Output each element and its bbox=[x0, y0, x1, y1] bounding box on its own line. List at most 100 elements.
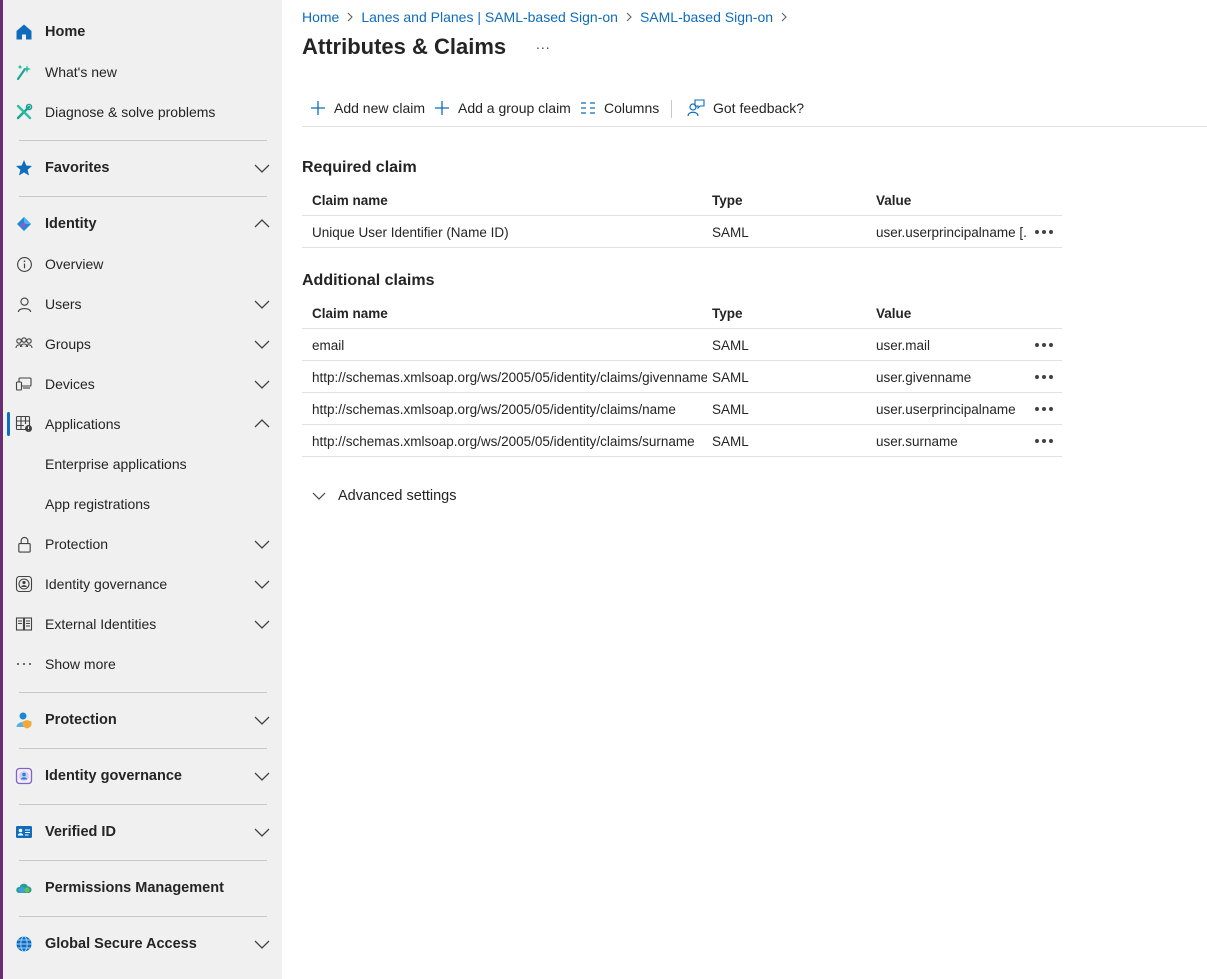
sidebar-item-identity[interactable]: Identity bbox=[3, 204, 282, 244]
sidebar-item-label: App registrations bbox=[45, 496, 151, 512]
command-bar: Add new claim Add a group claim Columns … bbox=[302, 94, 1207, 127]
columns-label: Columns bbox=[604, 100, 660, 116]
advanced-settings-toggle[interactable]: Advanced settings bbox=[312, 486, 457, 506]
sidebar-item-show-more[interactable]: Show more bbox=[3, 644, 282, 684]
chevron-down-icon bbox=[254, 164, 270, 173]
column-header-claim-name[interactable]: Claim name bbox=[312, 297, 707, 329]
sidebar-item-whats-new[interactable]: What's new bbox=[3, 52, 282, 92]
table-row[interactable]: http://schemas.xmlsoap.org/ws/2005/05/id… bbox=[302, 393, 1062, 425]
table-row[interactable]: Unique User Identifier (Name ID) SAML us… bbox=[302, 216, 1062, 248]
sidebar-item-label: What's new bbox=[45, 64, 117, 80]
sidebar-item-external-identities[interactable]: External Identities bbox=[3, 604, 282, 644]
claim-value-cell: user.mail bbox=[876, 337, 931, 353]
sidebar-item-enterprise-applications[interactable]: Enterprise applications bbox=[3, 444, 282, 484]
breadcrumb-home-link[interactable]: Home bbox=[302, 9, 339, 25]
plus-icon bbox=[311, 101, 325, 115]
feedback-person-icon bbox=[687, 99, 705, 117]
more-options-button[interactable]: ... bbox=[536, 36, 551, 52]
sidebar-item-groups[interactable]: Groups bbox=[3, 324, 282, 364]
chevron-down-icon bbox=[254, 828, 270, 837]
column-header-claim-name[interactable]: Claim name bbox=[312, 184, 707, 216]
sidebar-item-app-registrations[interactable]: App registrations bbox=[3, 484, 282, 524]
identity-diamond-icon bbox=[14, 214, 34, 234]
column-header-value[interactable]: Value bbox=[876, 297, 1028, 329]
chevron-up-icon bbox=[254, 419, 270, 428]
lock-icon bbox=[14, 534, 34, 554]
external-identities-icon bbox=[14, 614, 34, 634]
row-more-actions-button[interactable] bbox=[1032, 425, 1056, 457]
sidebar-item-diagnose[interactable]: Diagnose & solve problems bbox=[3, 92, 282, 132]
column-header-type[interactable]: Type bbox=[712, 184, 862, 216]
sidebar-item-favorites[interactable]: Favorites bbox=[3, 148, 282, 188]
claim-value-cell: user.userprincipalname bbox=[876, 401, 1016, 417]
additional-claims-table: Claim name Type Value email SAML user.ma… bbox=[302, 297, 1062, 457]
more-horizontal-icon bbox=[1035, 230, 1053, 234]
devices-icon bbox=[14, 374, 34, 394]
chevron-down-icon bbox=[254, 580, 270, 589]
sidebar-item-verified-id[interactable]: Verified ID bbox=[3, 812, 282, 852]
sidebar-item-label: Users bbox=[45, 296, 82, 312]
table-row[interactable]: http://schemas.xmlsoap.org/ws/2005/05/id… bbox=[302, 425, 1062, 457]
add-group-claim-label: Add a group claim bbox=[458, 100, 571, 116]
sparkle-icon bbox=[14, 62, 34, 82]
row-more-actions-button[interactable] bbox=[1032, 216, 1056, 248]
apps-grid-icon bbox=[14, 414, 34, 434]
claim-type-cell: SAML bbox=[712, 224, 749, 240]
sidebar-item-label: Permissions Management bbox=[45, 880, 224, 896]
sidebar-item-identity-governance-sub[interactable]: Identity governance bbox=[3, 564, 282, 604]
more-horizontal-icon bbox=[1035, 439, 1053, 443]
table-row[interactable]: email SAML user.mail bbox=[302, 329, 1062, 361]
row-more-actions-button[interactable] bbox=[1032, 329, 1056, 361]
people-icon bbox=[14, 334, 34, 354]
sidebar-item-label: Identity bbox=[45, 216, 97, 232]
add-new-claim-button[interactable]: Add new claim bbox=[310, 94, 425, 122]
sidebar-item-protection[interactable]: Protection bbox=[3, 700, 282, 740]
sidebar-divider bbox=[19, 860, 267, 861]
sidebar-item-applications[interactable]: Applications bbox=[3, 404, 282, 444]
sidebar-item-label: Verified ID bbox=[45, 824, 116, 840]
add-group-claim-button[interactable]: Add a group claim bbox=[434, 94, 571, 122]
breadcrumb-app-link[interactable]: Lanes and Planes | SAML-based Sign-on bbox=[361, 9, 618, 25]
chevron-down-icon bbox=[254, 340, 270, 349]
claim-value-cell: user.givenname bbox=[876, 369, 972, 385]
sidebar-item-label: Protection bbox=[45, 536, 109, 552]
sidebar-item-home[interactable]: Home bbox=[3, 12, 282, 52]
chevron-down-icon bbox=[254, 620, 270, 629]
more-horizontal-icon bbox=[1035, 343, 1053, 347]
sidebar-item-protection-sub[interactable]: Protection bbox=[3, 524, 282, 564]
page-title: Attributes & Claims bbox=[302, 34, 507, 59]
sidebar-item-label: Enterprise applications bbox=[45, 456, 187, 472]
sidebar-item-label: Diagnose & solve problems bbox=[45, 104, 216, 120]
row-more-actions-button[interactable] bbox=[1032, 393, 1056, 425]
protection-person-icon bbox=[14, 710, 34, 730]
sidebar-item-overview[interactable]: Overview bbox=[3, 244, 282, 284]
columns-button[interactable]: Columns bbox=[580, 94, 659, 122]
sidebar-item-global-secure-access[interactable]: Global Secure Access bbox=[3, 924, 282, 964]
claim-name-cell: Unique User Identifier (Name ID) bbox=[312, 224, 509, 240]
governance-colored-icon bbox=[14, 766, 34, 786]
sidebar-item-identity-governance[interactable]: Identity governance bbox=[3, 756, 282, 796]
sidebar-divider bbox=[19, 692, 267, 693]
sidebar-item-devices[interactable]: Devices bbox=[3, 364, 282, 404]
sidebar-item-label: Identity governance bbox=[45, 768, 182, 784]
breadcrumb-sso-link[interactable]: SAML-based Sign-on bbox=[640, 9, 773, 25]
sidebar-item-label: Show more bbox=[45, 656, 116, 672]
sidebar-divider bbox=[19, 916, 267, 917]
claim-value-cell: user.userprincipalname [... bbox=[876, 224, 1028, 240]
claim-type-cell: SAML bbox=[712, 401, 749, 417]
table-row[interactable]: http://schemas.xmlsoap.org/ws/2005/05/id… bbox=[302, 361, 1062, 393]
feedback-button[interactable]: Got feedback? bbox=[687, 94, 804, 122]
column-header-value[interactable]: Value bbox=[876, 184, 1028, 216]
info-icon bbox=[14, 254, 34, 274]
sidebar-item-users[interactable]: Users bbox=[3, 284, 282, 324]
cloud-permissions-icon bbox=[14, 878, 34, 898]
row-more-actions-button[interactable] bbox=[1032, 361, 1056, 393]
column-header-type[interactable]: Type bbox=[712, 297, 862, 329]
sidebar-item-permissions-management[interactable]: Permissions Management bbox=[3, 868, 282, 908]
verified-id-card-icon bbox=[14, 822, 34, 842]
sidebar-item-label: Overview bbox=[45, 256, 104, 272]
chevron-down-icon bbox=[254, 772, 270, 781]
more-horizontal-icon bbox=[1035, 407, 1053, 411]
chevron-down-icon bbox=[254, 380, 270, 389]
sidebar-item-label: Groups bbox=[45, 336, 91, 352]
